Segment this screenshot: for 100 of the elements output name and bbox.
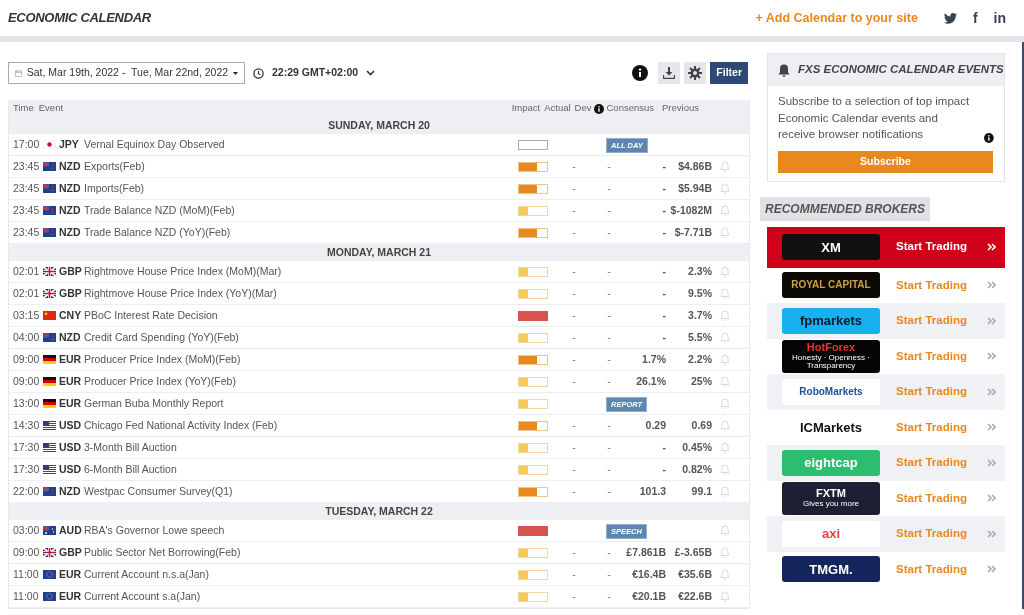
event-name[interactable]: Producer Price Index (MoM)(Feb) <box>84 351 518 368</box>
deviation-value: - <box>606 373 612 389</box>
impact-meter <box>518 569 548 580</box>
deviation-value: - <box>606 566 612 582</box>
bell-icon[interactable] <box>720 442 730 453</box>
column-header: Event <box>38 101 64 116</box>
broker-row[interactable]: FXTM Gives you more Start Trading <box>767 480 1005 516</box>
actual-value: - <box>571 544 577 560</box>
currency-code: CNY <box>59 307 83 323</box>
event-name[interactable]: RBA's Governor Lowe speech <box>84 522 518 539</box>
deviation-value: - <box>606 439 612 455</box>
deviation-value: - <box>606 285 612 301</box>
event-time: 04:00 <box>12 329 41 345</box>
bell-icon[interactable] <box>720 227 730 238</box>
bell-icon[interactable] <box>720 525 730 536</box>
bell-icon[interactable] <box>720 354 730 365</box>
bell-icon[interactable] <box>720 420 730 431</box>
event-name[interactable]: Trade Balance NZD (YoY)(Feb) <box>84 224 518 241</box>
bell-icon[interactable] <box>720 547 730 558</box>
calendar-icon <box>15 67 22 79</box>
impact-meter <box>518 464 548 475</box>
event-name[interactable]: Current Account n.s.a(Jan) <box>84 566 518 583</box>
broker-row[interactable]: ROYAL CAPITAL Start Trading <box>767 267 1005 303</box>
start-trading-link[interactable]: Start Trading <box>896 238 976 256</box>
event-time: 23:45 <box>12 158 41 174</box>
actual-value: - <box>571 202 577 218</box>
download-button[interactable] <box>658 62 681 84</box>
brand-name: RoboMarkets <box>799 386 863 397</box>
event-name[interactable]: Exports(Feb) <box>84 158 518 175</box>
bell-icon[interactable] <box>720 288 730 299</box>
linkedin-link[interactable]: in <box>993 7 1006 29</box>
event-time: 23:45 <box>12 224 41 240</box>
event-name[interactable]: Vernal Equinox Day Observed <box>84 136 518 153</box>
deviation-value: - <box>606 329 612 345</box>
bell-icon[interactable] <box>720 183 730 194</box>
event-name[interactable]: 6-Month Bill Auction <box>84 461 518 478</box>
event-name[interactable]: Rightmove House Price Index (MoM)(Mar) <box>84 263 518 280</box>
broker-row[interactable]: fpmarkets Start Trading <box>767 303 1005 339</box>
previous-value: 9.5% <box>687 285 712 301</box>
event-name[interactable]: PBoC Interest Rate Decision <box>84 307 518 324</box>
bell-icon[interactable] <box>720 398 730 409</box>
day-header: MONDAY, MARCH 21 <box>9 244 749 261</box>
bell-icon[interactable] <box>720 486 730 497</box>
event-name[interactable]: Imports(Feb) <box>84 180 518 197</box>
broker-row[interactable]: axi Start Trading <box>767 516 1005 552</box>
bell-icon[interactable] <box>720 310 730 321</box>
broker-row[interactable]: XM Start Trading <box>767 226 1005 268</box>
double-chevron-icon <box>987 352 996 361</box>
event-name[interactable]: Rightmove House Price Index (YoY)(Mar) <box>84 285 518 302</box>
time-zone-selector[interactable]: 22:29 GMT+02:00 <box>253 62 376 84</box>
broker-row[interactable]: TMGM. Start Trading <box>767 551 1005 587</box>
event-name[interactable]: Chicago Fed National Activity Index (Feb) <box>84 417 518 434</box>
caret-icon <box>233 70 238 76</box>
consensus-value: 26.1% <box>635 373 666 389</box>
broker-row[interactable]: ICMarkets Start Trading <box>767 409 1005 445</box>
filter-button[interactable]: Filter <box>710 62 748 84</box>
event-name[interactable]: Current Account s.a(Jan) <box>84 588 518 605</box>
facebook-link[interactable]: f <box>972 7 978 29</box>
date-range-picker[interactable]: Sat, Mar 19th, 2022 - Tue, Mar 22nd, 2022 <box>8 62 245 84</box>
event-name[interactable]: Producer Price Index (YoY)(Feb) <box>84 373 518 390</box>
event-name[interactable]: Westpac Consumer Survey(Q1) <box>84 483 518 500</box>
previous-value: 25% <box>690 373 712 389</box>
info-icon[interactable] <box>632 65 649 81</box>
event-name[interactable]: German Buba Monthly Report <box>84 395 518 412</box>
settings-button[interactable] <box>684 62 707 84</box>
event-time: 23:45 <box>12 180 41 196</box>
bell-icon[interactable] <box>720 266 730 277</box>
double-chevron-icon <box>987 243 996 251</box>
event-time: 11:00 <box>12 566 40 582</box>
broker-row[interactable]: HotForex Honesty · Openness · Transparency Start Trading <box>767 338 1005 374</box>
column-header: Time <box>13 101 34 116</box>
event-name[interactable]: 3-Month Bill Auction <box>84 439 518 456</box>
consensus-value: - <box>661 202 666 218</box>
deviation-value: - <box>606 483 612 499</box>
bell-icon[interactable] <box>720 464 730 475</box>
broker-row[interactable]: RoboMarkets Start Trading <box>767 374 1005 410</box>
bell-icon[interactable] <box>720 332 730 343</box>
bird-icon[interactable] <box>943 12 957 24</box>
event-time: 17:30 <box>12 439 41 455</box>
bell-icon[interactable] <box>720 591 730 602</box>
event-time: 13:00 <box>12 395 41 411</box>
settings-icon <box>688 66 703 80</box>
bell-icon[interactable] <box>720 376 730 387</box>
impact-meter <box>518 486 548 497</box>
currency-code: GBP <box>59 285 83 301</box>
previous-value: 5.5% <box>687 329 712 345</box>
bell-icon[interactable] <box>720 205 730 216</box>
impact-meter <box>518 183 548 194</box>
consensus-value: €16.4B <box>631 566 666 582</box>
impact-meter <box>518 547 548 558</box>
brand-name: ROYAL CAPITAL <box>791 280 871 291</box>
event-name[interactable]: Credit Card Spending (YoY)(Feb) <box>84 329 518 346</box>
double-chevron-icon <box>987 281 996 290</box>
bell-icon[interactable] <box>720 161 730 172</box>
currency-code: USD <box>59 417 83 433</box>
deviation-value: - <box>606 588 612 604</box>
event-name[interactable]: Public Sector Net Borrowing(Feb) <box>84 544 518 561</box>
double-chevron-icon <box>987 316 996 325</box>
bell-icon[interactable] <box>720 569 730 580</box>
event-name[interactable]: Trade Balance NZD (MoM)(Feb) <box>84 202 518 219</box>
